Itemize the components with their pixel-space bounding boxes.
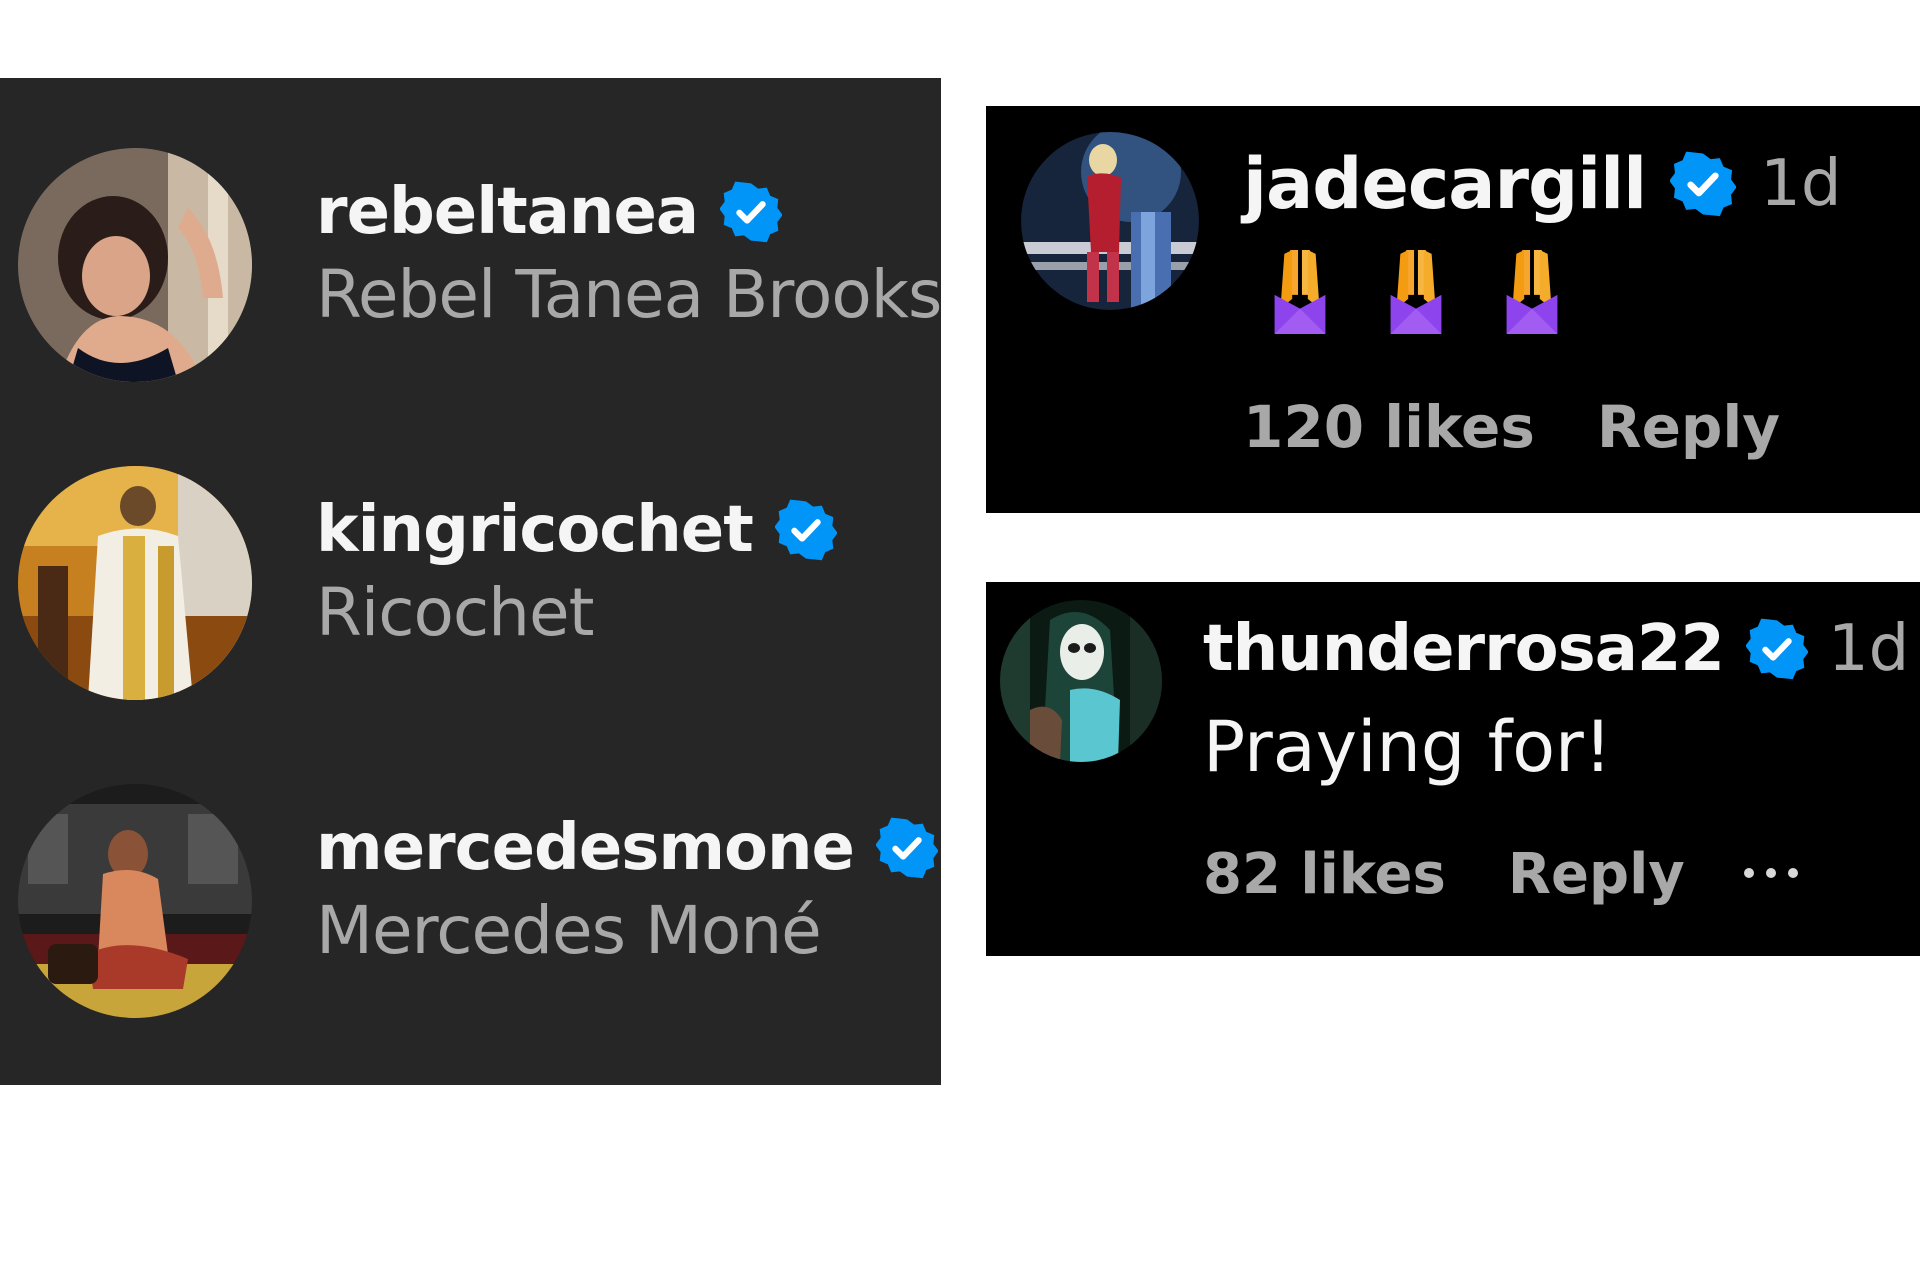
handle-line: kingricochet [316,493,837,567]
comment-time: 1d [1827,612,1910,686]
handle-line: rebeltanea [316,175,782,249]
comment-meta: 82 likes Reply [1203,842,1685,907]
full-name: Rebel Tanea Brooks [316,256,941,333]
comment-card: thunderrosa22 1d Praying for! 82 likes R… [986,582,1920,956]
list-item[interactable]: mercedesmone Mercedes Moné [0,784,941,1024]
username[interactable]: thunderrosa22 [1203,612,1725,686]
avatar[interactable] [1021,132,1199,310]
comment-text [1270,248,1562,336]
full-name: Ricochet [316,574,594,651]
handle-line: jadecargill 1d [1243,142,1842,226]
like-count[interactable]: 82 likes [1203,842,1446,907]
praying-hands-icon [1270,248,1330,336]
handle-line: thunderrosa22 1d [1203,610,1909,688]
comment-meta: 120 likes Reply [1243,393,1780,461]
list-item[interactable]: kingricochet Ricochet [0,466,941,706]
reply-button[interactable]: Reply [1597,393,1780,461]
verified-badge-icon [720,181,782,243]
verified-badge-icon [1670,151,1736,217]
comment-text: Praying for! [1203,706,1612,788]
list-item[interactable]: rebeltanea Rebel Tanea Brooks [0,148,941,388]
full-name: Mercedes Moné [316,892,822,969]
username[interactable]: rebeltanea [316,175,699,249]
avatar[interactable] [18,148,252,382]
avatar[interactable] [18,784,252,1018]
comment-card: jadecargill 1d 120 likes Reply [986,106,1920,513]
avatar[interactable] [1000,600,1162,762]
more-options-icon[interactable] [1744,868,1798,878]
handle-line: mercedesmone [316,811,938,885]
username[interactable]: jadecargill [1243,143,1647,225]
verified-badge-icon [876,817,938,879]
verified-badge-icon [1746,618,1808,680]
comment-time: 1d [1760,147,1842,221]
username[interactable]: mercedesmone [316,811,855,885]
avatar[interactable] [18,466,252,700]
reply-button[interactable]: Reply [1508,842,1685,907]
suggested-users-list: rebeltanea Rebel Tanea Brooks kingricoch… [0,78,941,1085]
username[interactable]: kingricochet [316,493,754,567]
verified-badge-icon [775,499,837,561]
praying-hands-icon [1502,248,1562,336]
praying-hands-icon [1386,248,1446,336]
like-count[interactable]: 120 likes [1243,393,1535,461]
